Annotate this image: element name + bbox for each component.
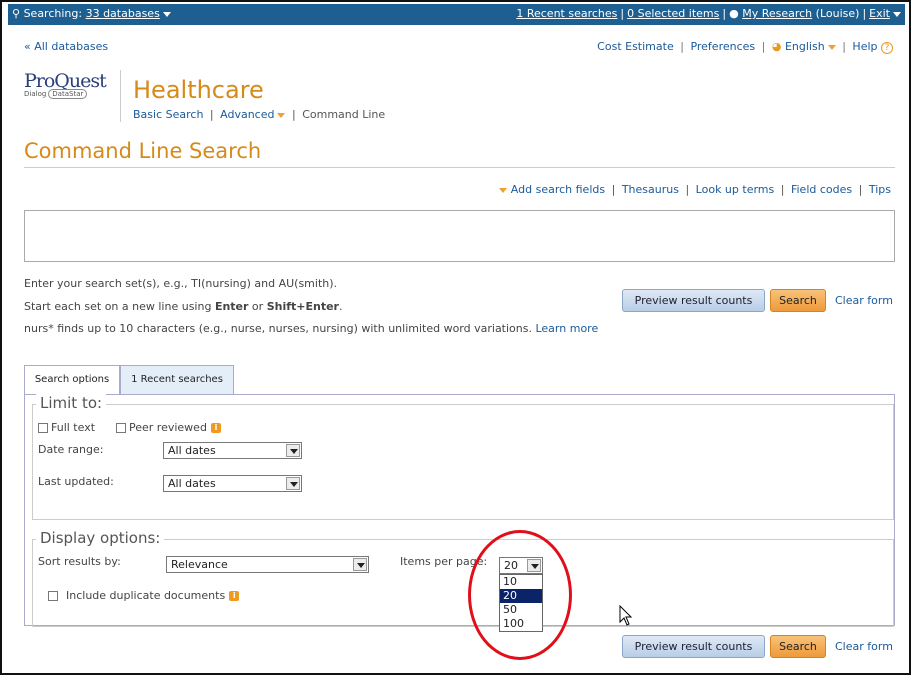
limit-legend: Limit to: — [36, 394, 107, 412]
hint-line-1: Enter your search set(s), e.g., TI(nursi… — [24, 277, 338, 290]
thesaurus-link[interactable]: Thesaurus — [622, 183, 679, 196]
date-range-select[interactable]: All dates — [163, 442, 302, 459]
search-button[interactable]: Search — [770, 289, 826, 312]
command-line-input[interactable] — [24, 210, 895, 262]
search-button-bottom[interactable]: Search — [770, 635, 826, 658]
user-name: (Louise) — [815, 7, 860, 20]
info-icon[interactable]: i — [210, 423, 221, 433]
hint-line-2: Start each set on a new line using Enter… — [24, 300, 343, 313]
sort-select[interactable]: Relevance — [166, 556, 369, 573]
logo-sub-datastar: DataStar — [48, 89, 88, 99]
brand-title: Healthcare — [133, 76, 264, 104]
advanced-chevron-icon[interactable] — [277, 112, 286, 118]
preferences-link[interactable]: Preferences — [690, 40, 755, 53]
logo-divider — [120, 70, 121, 122]
selected-items-link[interactable]: 0 Selected items — [627, 7, 719, 20]
top-bar: ⚲ Searching: 33 databases 1 Recent searc… — [8, 4, 905, 25]
clear-form-link-bottom[interactable]: Clear form — [835, 640, 893, 653]
chevron-down-icon[interactable] — [286, 444, 300, 457]
mouse-cursor-icon — [619, 605, 633, 626]
searching-label: Searching: — [23, 7, 83, 20]
my-research-link[interactable]: My Research — [742, 7, 812, 20]
peer-reviewed-checkbox[interactable] — [116, 423, 126, 433]
search-mode-nav: Basic Search | Advanced | Command Line — [133, 108, 386, 121]
peer-reviewed-option[interactable]: Peer reviewed i — [116, 421, 221, 434]
clear-form-link[interactable]: Clear form — [835, 294, 893, 307]
add-search-fields-link[interactable]: Add search fields — [511, 183, 605, 196]
recent-searches-link[interactable]: 1 Recent searches — [516, 7, 617, 20]
chevron-down-icon[interactable] — [162, 11, 171, 17]
learn-more-link[interactable]: Learn more — [535, 322, 598, 335]
highlight-circle — [468, 530, 572, 660]
exit-chevron-icon[interactable] — [893, 11, 901, 17]
language-link[interactable]: English — [785, 40, 825, 53]
user-icon: ● — [729, 7, 739, 20]
add-fields-chevron-icon[interactable] — [499, 187, 508, 193]
chevron-down-icon[interactable] — [353, 558, 367, 571]
title-divider — [24, 167, 895, 168]
help-icon[interactable]: ? — [881, 42, 893, 54]
full-text-checkbox[interactable] — [38, 423, 48, 433]
advanced-link[interactable]: Advanced — [220, 108, 274, 121]
globe-icon: ◕ — [771, 40, 782, 53]
sort-label: Sort results by: — [38, 555, 121, 568]
look-up-terms-link[interactable]: Look up terms — [696, 183, 775, 196]
last-updated-label: Last updated: — [38, 475, 114, 488]
app-frame: ⚲ Searching: 33 databases 1 Recent searc… — [0, 0, 911, 675]
display-options-box — [32, 539, 894, 627]
basic-search-link[interactable]: Basic Search — [133, 108, 203, 121]
proquest-logo: ProQuest Dialog DataStar — [24, 70, 114, 102]
chevron-down-icon[interactable] — [286, 477, 300, 490]
cost-estimate-link[interactable]: Cost Estimate — [597, 40, 674, 53]
command-line-current: Command Line — [302, 108, 386, 121]
display-options-legend: Display options: — [36, 529, 165, 547]
last-updated-select[interactable]: All dates — [163, 475, 302, 492]
date-range-label: Date range: — [38, 443, 104, 456]
field-codes-link[interactable]: Field codes — [791, 183, 852, 196]
all-databases-link[interactable]: « All databases — [24, 40, 108, 53]
tab-recent-searches[interactable]: 1 Recent searches — [120, 365, 234, 394]
preview-result-counts-button-bottom[interactable]: Preview result counts — [622, 635, 765, 658]
logo-sub-dialog: Dialog — [24, 90, 47, 98]
exit-link[interactable]: Exit — [869, 7, 890, 20]
search-icon: ⚲ — [12, 7, 21, 20]
databases-link[interactable]: 33 databases — [86, 7, 160, 20]
preview-result-counts-button[interactable]: Preview result counts — [622, 289, 765, 312]
hint-line-3: nurs* finds up to 10 characters (e.g., n… — [24, 322, 599, 335]
tab-search-options[interactable]: Search options — [24, 365, 120, 394]
tips-link[interactable]: Tips — [869, 183, 891, 196]
page-title: Command Line Search — [24, 139, 262, 163]
include-duplicates-option[interactable]: Include duplicate documents i — [48, 589, 240, 602]
info-icon[interactable]: i — [229, 591, 240, 601]
full-text-option[interactable]: Full text — [38, 421, 95, 434]
language-chevron-icon[interactable] — [827, 44, 836, 50]
field-links: Add search fields | Thesaurus | Look up … — [496, 183, 891, 196]
include-duplicates-checkbox[interactable] — [48, 591, 58, 601]
help-link[interactable]: Help — [852, 40, 877, 53]
